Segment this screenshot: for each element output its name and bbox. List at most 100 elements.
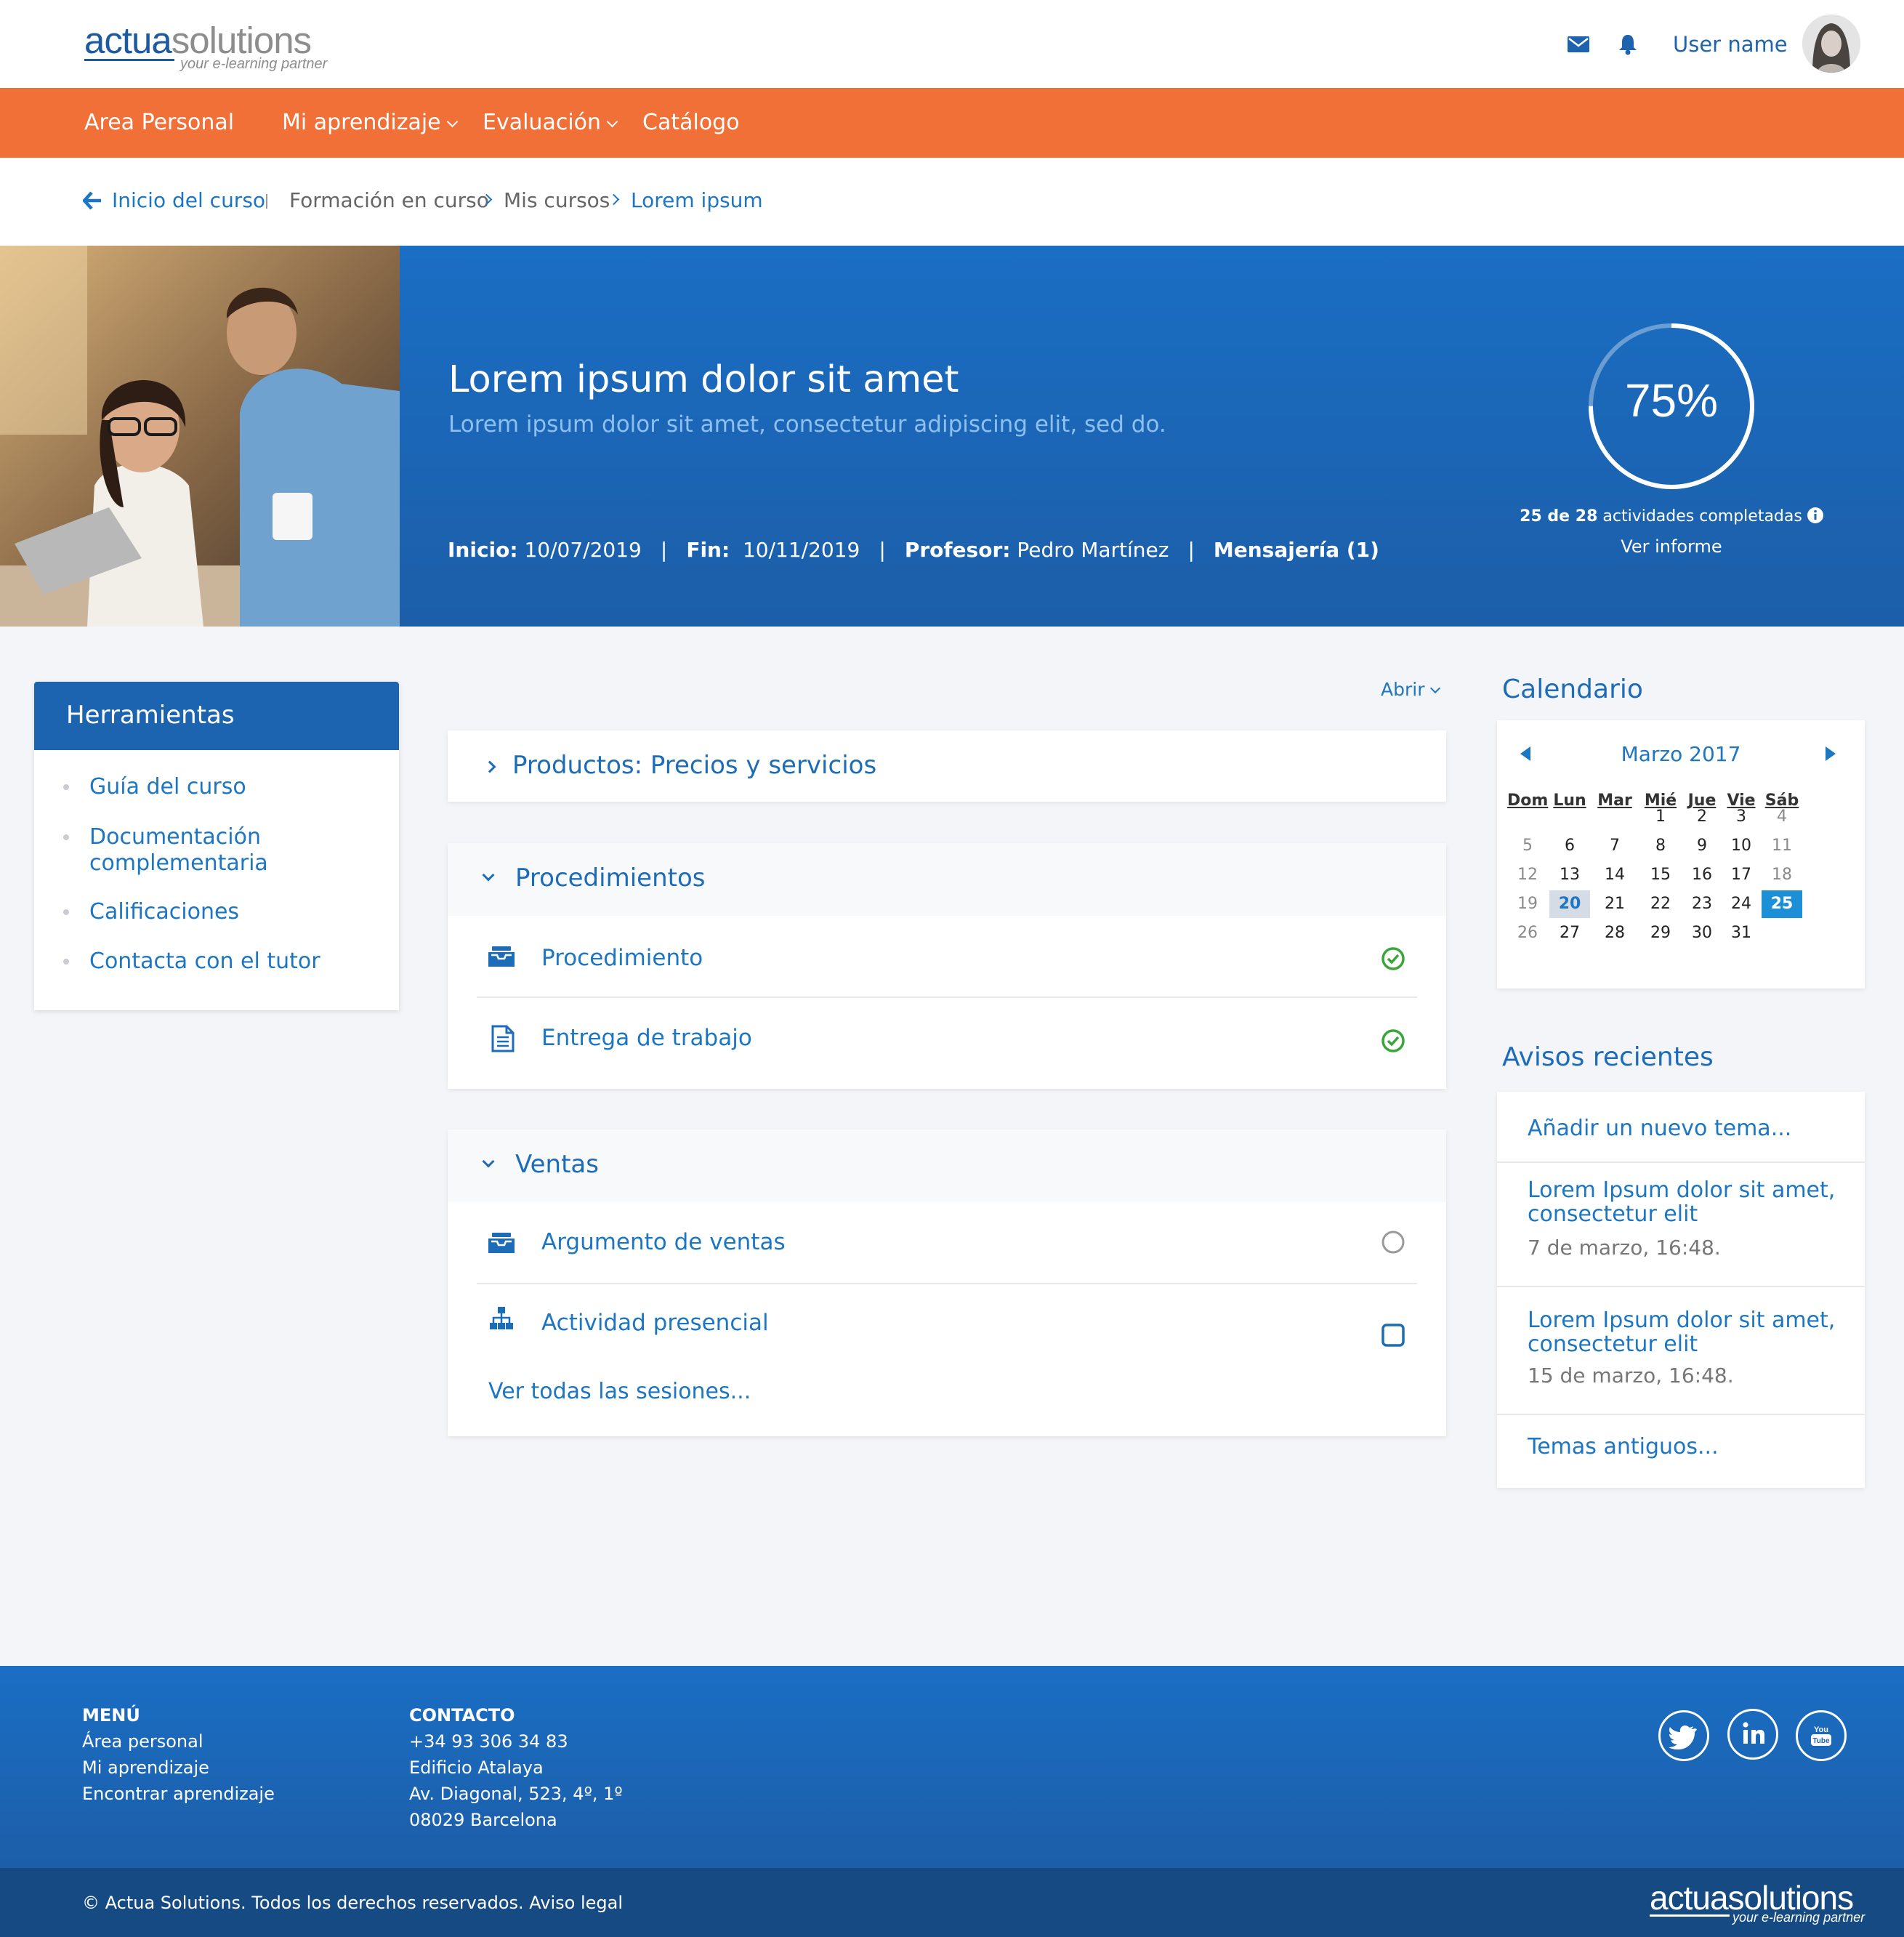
chevron-down-icon: [1430, 682, 1441, 694]
linkedin-icon[interactable]: [1727, 1709, 1778, 1760]
calendar-day[interactable]: 15: [1640, 861, 1681, 889]
info-icon[interactable]: [1807, 507, 1823, 528]
youtube-tube-text: Tube: [1812, 1737, 1830, 1745]
calendar-day[interactable]: 30: [1682, 919, 1722, 947]
calendar-day[interactable]: 9: [1682, 832, 1722, 860]
nav-label: Catálogo: [642, 110, 740, 135]
calendar-day[interactable]: 19: [1507, 890, 1548, 918]
calendar-day[interactable]: 21: [1594, 890, 1635, 918]
footer-contact-title: CONTACTO: [409, 1705, 515, 1725]
top-header: actuasolutions your e-learning partner U…: [0, 0, 1904, 88]
section-productos[interactable]: Productos: Precios y servicios: [448, 730, 1446, 802]
old-topics-link[interactable]: Temas antiguos...: [1528, 1435, 1719, 1459]
expand-all-toggle[interactable]: Abrir: [1381, 679, 1441, 700]
calendar-day[interactable]: 23: [1682, 890, 1722, 918]
bullet: [63, 959, 69, 965]
calendar-day[interactable]: 7: [1594, 832, 1635, 860]
section-header[interactable]: Ventas: [448, 1129, 1446, 1202]
notice-title[interactable]: Lorem Ipsum dolor sit amet, consectetur …: [1528, 1308, 1847, 1356]
sitemap-icon: [489, 1307, 514, 1334]
tools-header: Herramientas: [34, 682, 399, 750]
footer-link[interactable]: Encontrar aprendizaje: [82, 1784, 275, 1804]
meta-separator: |: [660, 538, 668, 562]
calendar-day[interactable]: 25: [1762, 890, 1802, 918]
calendar-day[interactable]: 26: [1507, 919, 1548, 947]
nav-mi-aprendizaje[interactable]: Mi aprendizaje: [282, 110, 458, 135]
calendar-day[interactable]: 24: [1721, 890, 1762, 918]
messaging-link[interactable]: Mensajería (1): [1214, 538, 1379, 562]
calendar-day[interactable]: 17: [1721, 861, 1762, 889]
logo-underline: [84, 59, 174, 61]
course-image: [0, 246, 400, 627]
calendar-day[interactable]: 2: [1682, 803, 1722, 831]
section-header[interactable]: Procedimientos: [448, 843, 1446, 916]
activity-row[interactable]: Argumento de ventas: [448, 1202, 1446, 1282]
calendar-day[interactable]: 11: [1762, 832, 1802, 860]
calendar-day[interactable]: 10: [1721, 832, 1762, 860]
footer-link[interactable]: Área personal: [82, 1731, 203, 1752]
notice-title[interactable]: Lorem Ipsum dolor sit amet, consectetur …: [1528, 1178, 1847, 1226]
contact-building: Edificio Atalaya: [409, 1757, 544, 1778]
start-date: 10/07/2019: [524, 538, 642, 562]
avatar[interactable]: [1802, 15, 1860, 73]
nav-area-personal[interactable]: Area Personal: [84, 110, 234, 135]
tool-documentacion[interactable]: Documentación complementaria: [89, 824, 366, 877]
calendar-day[interactable]: 8: [1640, 832, 1681, 860]
activity-label: Procedimiento: [541, 945, 703, 971]
footer: MENÚ Área personal Mi aprendizaje Encont…: [0, 1666, 1904, 1868]
bullet: [63, 834, 69, 840]
footer-link[interactable]: Mi aprendizaje: [82, 1757, 209, 1778]
user-name[interactable]: User name: [1673, 32, 1788, 57]
calendar-day[interactable]: 27: [1549, 919, 1590, 947]
breadcrumb-item[interactable]: Formación en curso: [289, 188, 489, 212]
teacher-name: Pedro Martínez: [1017, 538, 1169, 562]
course-hero: Lorem ipsum dolor sit amet Lorem ipsum d…: [0, 246, 1904, 627]
start-label: Inicio:: [448, 538, 518, 562]
teacher-label: Profesor:: [904, 538, 1011, 562]
logo[interactable]: actuasolutions your e-learning partner: [84, 22, 327, 72]
nav-label: Mi aprendizaje: [282, 110, 441, 135]
youtube-icon[interactable]: You Tube: [1796, 1710, 1847, 1761]
main-nav: Area Personal Mi aprendizaje Evaluación …: [0, 88, 1904, 158]
calendar-day[interactable]: 29: [1640, 919, 1681, 947]
calendar-day[interactable]: 12: [1507, 861, 1548, 889]
calendar-day[interactable]: 18: [1762, 861, 1802, 889]
activity-row[interactable]: Entrega de trabajo: [448, 997, 1446, 1077]
nav-catalogo[interactable]: Catálogo: [642, 110, 740, 135]
breadcrumb-item[interactable]: Mis cursos: [504, 188, 610, 212]
activity-row[interactable]: Actividad presencial: [448, 1284, 1446, 1364]
twitter-icon[interactable]: [1658, 1710, 1709, 1761]
calendar-day[interactable]: 13: [1549, 861, 1590, 889]
calendar-day[interactable]: 14: [1594, 861, 1635, 889]
report-link[interactable]: Ver informe: [1512, 536, 1831, 557]
tool-calificaciones[interactable]: Calificaciones: [89, 899, 239, 925]
calendar: Marzo 2017 Dom Lun Mar Mié Jue Vie Sáb 1 2 3 4 5 6 7 8…: [1497, 720, 1865, 988]
contact-city: 08029 Barcelona: [409, 1810, 557, 1830]
calendar-day[interactable]: 6: [1549, 832, 1590, 860]
view-all-sessions-link[interactable]: Ver todas las sesiones...: [488, 1379, 751, 1404]
calendar-day[interactable]: 4: [1762, 803, 1802, 831]
breadcrumb-back[interactable]: Inicio del curso: [112, 188, 265, 212]
calendar-day[interactable]: 3: [1721, 803, 1762, 831]
breadcrumb-divider: [266, 194, 267, 209]
calendar-day[interactable]: 16: [1682, 861, 1722, 889]
nav-evaluacion[interactable]: Evaluación: [483, 110, 618, 135]
logo-text-actua: actua: [1650, 1879, 1729, 1917]
bell-icon[interactable]: [1618, 33, 1638, 58]
mail-icon[interactable]: [1568, 36, 1589, 55]
chevron-down-icon: [446, 116, 458, 128]
activity-row[interactable]: Procedimiento: [448, 916, 1446, 996]
check-circle-icon: [1381, 1028, 1405, 1056]
calendar-day[interactable]: 1: [1640, 803, 1681, 831]
add-topic-link[interactable]: Añadir un nuevo tema...: [1528, 1116, 1791, 1140]
calendar-day[interactable]: 31: [1721, 919, 1762, 947]
tool-contacta-tutor[interactable]: Contacta con el tutor: [89, 949, 320, 975]
calendar-day[interactable]: 28: [1594, 919, 1635, 947]
calendar-day[interactable]: 22: [1640, 890, 1681, 918]
calendar-day[interactable]: 20: [1549, 890, 1590, 918]
tool-guia-curso[interactable]: Guía del curso: [89, 774, 246, 800]
footer-logo[interactable]: actuasolutions your e-learning partner: [1650, 1879, 1865, 1925]
calendar-next-button[interactable]: [1826, 746, 1836, 761]
calendar-day[interactable]: 5: [1507, 832, 1548, 860]
arrow-left-icon[interactable]: [81, 191, 102, 213]
